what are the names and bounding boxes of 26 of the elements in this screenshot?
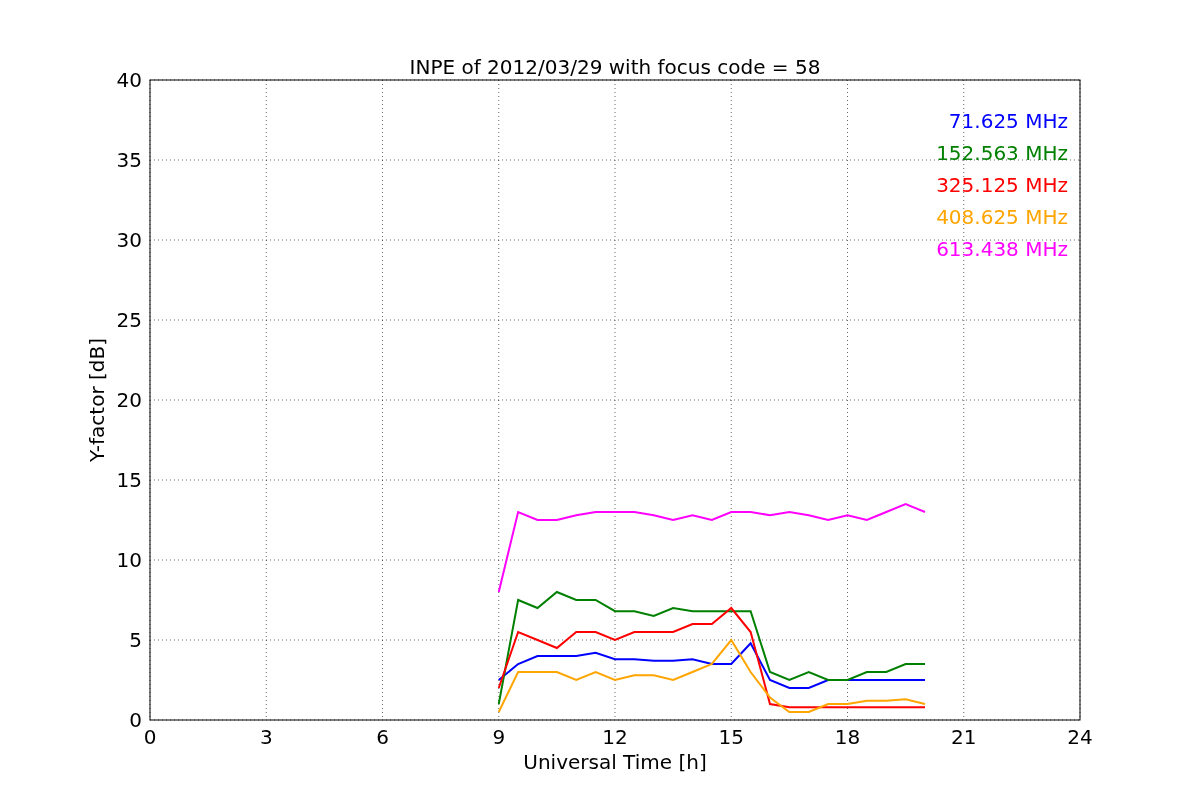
y-tick-label: 15 [116, 468, 142, 492]
x-tick-label: 6 [376, 725, 389, 749]
legend-label: 408.625 MHz [936, 205, 1068, 229]
y-tick-label: 5 [129, 628, 142, 652]
y-axis-label: Y-factor [dB] [85, 338, 109, 462]
x-tick-label: 3 [259, 725, 273, 749]
x-tick-label: 9 [492, 725, 506, 749]
y-tick-label: 20 [116, 388, 142, 412]
legend-label: 71.625 MHz [948, 109, 1068, 133]
legend-label: 613.438 MHz [936, 237, 1068, 261]
y-tick-label: 35 [116, 148, 142, 172]
x-tick-label: 24 [1067, 725, 1093, 749]
x-tick-label: 21 [951, 725, 977, 749]
x-tick-label: 0 [143, 725, 157, 749]
y-tick-label: 10 [116, 548, 142, 572]
chart-title: INPE of 2012/03/29 with focus code = 58 [409, 55, 821, 79]
x-tick-label: 12 [602, 725, 628, 749]
legend-label: 152.563 MHz [936, 141, 1068, 165]
y-tick-label: 0 [129, 708, 142, 732]
x-tick-label: 15 [718, 725, 744, 749]
y-tick-label: 25 [116, 308, 142, 332]
y-tick-label: 30 [116, 228, 142, 252]
x-axis-label: Universal Time [h] [523, 750, 707, 774]
x-tick-label: 18 [834, 725, 861, 749]
y-tick-label: 40 [116, 68, 142, 92]
legend-label: 325.125 MHz [936, 173, 1068, 197]
